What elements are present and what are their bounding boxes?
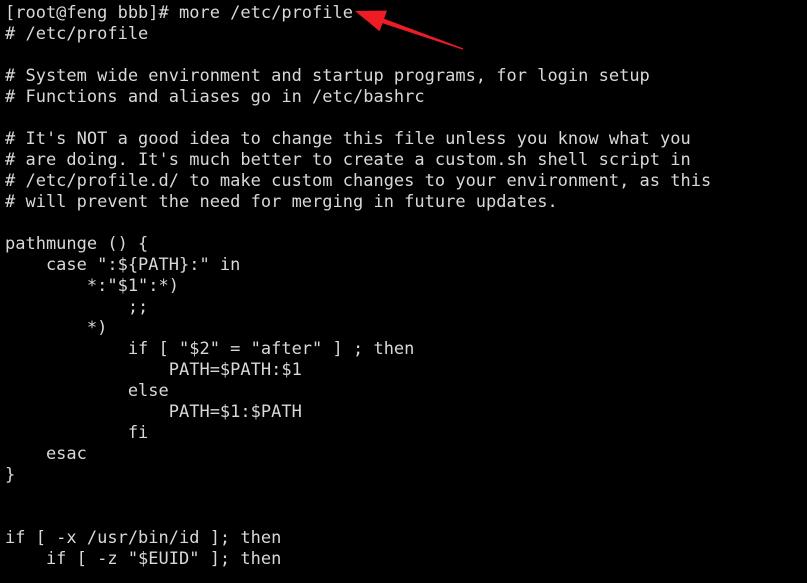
terminal-line: pathmunge () { — [5, 234, 149, 254]
terminal-line: esac — [5, 444, 87, 464]
terminal-line: *:"$1":*) — [5, 276, 179, 296]
terminal-line: *) — [5, 318, 108, 338]
terminal-line: fi — [5, 423, 149, 443]
terminal-line: # It's NOT a good idea to change this fi… — [5, 129, 691, 149]
terminal-line: # /etc/profile.d/ to make custom changes… — [5, 171, 712, 191]
terminal-line: # /etc/profile — [5, 24, 149, 44]
terminal-line: ;; — [5, 297, 149, 317]
terminal-screen: [root@feng bbb]# more /etc/profile # /etc… — [5, 3, 805, 570]
terminal-line: if [ -z "$EUID" ]; then — [5, 549, 282, 569]
terminal-line: # are doing. It's much better to create … — [5, 150, 691, 170]
terminal-line: if [ "$2" = "after" ] ; then — [5, 339, 415, 359]
terminal-line: } — [5, 465, 16, 485]
terminal-line: else — [5, 381, 169, 401]
terminal-line: # Functions and aliases go in /etc/bashr… — [5, 87, 425, 107]
terminal-line: case ":${PATH}:" in — [5, 255, 241, 275]
terminal-line: PATH=$PATH:$1 — [5, 360, 302, 380]
terminal-line: [root@feng bbb]# more /etc/profile — [5, 3, 353, 23]
terminal-line: PATH=$1:$PATH — [5, 402, 302, 422]
terminal-line: # System wide environment and startup pr… — [5, 66, 650, 86]
terminal-window[interactable]: [root@feng bbb]# more /etc/profile # /etc… — [0, 0, 807, 583]
terminal-line: if [ -x /usr/bin/id ]; then — [5, 528, 282, 548]
terminal-line: # will prevent the need for merging in f… — [5, 192, 558, 212]
